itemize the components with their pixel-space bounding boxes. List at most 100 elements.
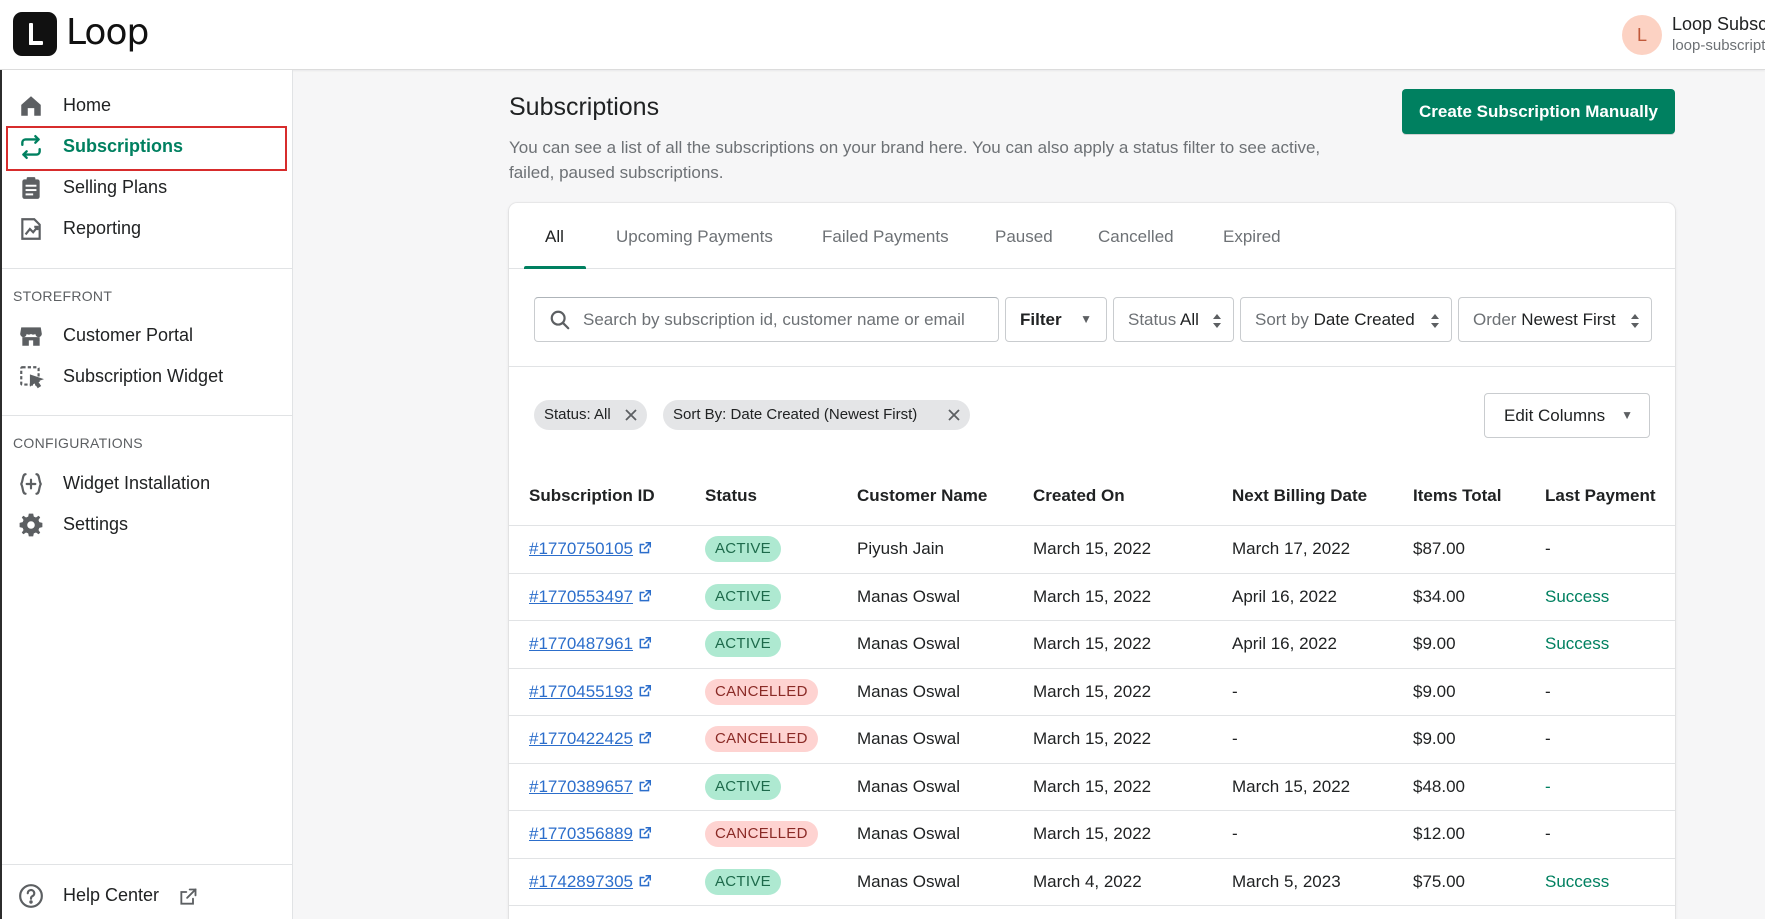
status-prefix: Status [1128, 310, 1177, 329]
external-link-icon [180, 888, 197, 905]
subscription-id-link[interactable]: #1770422425 [529, 729, 652, 749]
status-badge: CANCELLED [705, 821, 818, 847]
tab-all[interactable]: All [545, 227, 564, 247]
external-link-icon [639, 589, 652, 602]
status-badge: CANCELLED [705, 726, 818, 752]
avatar[interactable]: L [1622, 15, 1662, 55]
logo-text[interactable]: Loop [66, 13, 149, 53]
row-divider [509, 620, 1675, 621]
page-title: Subscriptions [509, 93, 660, 121]
close-icon[interactable] [624, 408, 638, 422]
items-total-cell: $87.00 [1413, 539, 1465, 558]
sidebar-item-home[interactable]: Home [0, 85, 293, 125]
search-icon [550, 310, 570, 330]
subscription-id-link[interactable]: #1770455193 [529, 682, 652, 702]
subscription-id-link[interactable]: #1770356889 [529, 824, 652, 844]
sort-filter-chip: Sort By: Date Created (Newest First) [663, 400, 970, 430]
filter-button[interactable]: Filter ▼ [1005, 297, 1107, 342]
widget-icon [20, 366, 44, 389]
sidebar-item-selling-plans[interactable]: Selling Plans [0, 167, 293, 207]
sidebar-item-customer-portal[interactable]: Customer Portal [0, 315, 293, 355]
items-total-cell: $48.00 [1413, 777, 1465, 796]
order-prefix: Order [1473, 310, 1517, 329]
filter-divider [509, 366, 1675, 367]
created-on-cell: March 15, 2022 [1033, 539, 1152, 558]
customer-name-cell: Manas Oswal [857, 824, 960, 843]
next-billing-cell: April 16, 2022 [1232, 634, 1337, 653]
column-header-subscription-id[interactable]: Subscription ID [529, 486, 655, 506]
column-header-last-payment[interactable]: Last Payment [1545, 486, 1656, 506]
last-payment-cell: Success [1545, 587, 1610, 606]
order-select[interactable]: Order Newest First [1458, 297, 1652, 342]
help-circle-icon [19, 884, 43, 908]
section-label-configurations: CONFIGURATIONS [13, 435, 143, 451]
sidebar-item-reporting[interactable]: Reporting [0, 208, 293, 248]
subscription-id-link[interactable]: #1770553497 [529, 587, 652, 607]
sidebar-divider [2, 864, 292, 865]
clipboard-icon [22, 177, 40, 199]
loop-logo-icon[interactable] [13, 12, 57, 56]
caret-down-icon: ▼ [1080, 312, 1092, 326]
status-badge: ACTIVE [705, 631, 781, 657]
customer-name-cell: Manas Oswal [857, 777, 960, 796]
status-badge: ACTIVE [705, 584, 781, 610]
subscription-id-link[interactable]: #1770389657 [529, 777, 652, 797]
last-payment-cell: - [1545, 824, 1551, 843]
created-on-cell: March 15, 2022 [1033, 634, 1152, 653]
customer-name-cell: Piyush Jain [857, 539, 944, 558]
tab-expired[interactable]: Expired [1223, 227, 1281, 247]
search-box[interactable] [534, 297, 999, 342]
next-billing-cell: - [1232, 682, 1238, 701]
tab-cancelled[interactable]: Cancelled [1098, 227, 1174, 247]
caret-down-icon: ▼ [1621, 408, 1633, 422]
column-header-status[interactable]: Status [705, 486, 757, 506]
column-header-next-billing-date[interactable]: Next Billing Date [1232, 486, 1367, 506]
next-billing-cell: April 16, 2022 [1232, 587, 1337, 606]
tab-failed-payments[interactable]: Failed Payments [822, 227, 949, 247]
external-link-icon [639, 874, 652, 887]
status-value: All [1180, 310, 1199, 329]
external-link-icon [639, 541, 652, 554]
edit-columns-button[interactable]: Edit Columns ▼ [1484, 393, 1650, 438]
subscription-id-link[interactable]: #1770750105 [529, 539, 652, 559]
customer-name-cell: Manas Oswal [857, 587, 960, 606]
subscription-id-link[interactable]: #1742897305 [529, 872, 652, 892]
row-divider [509, 763, 1675, 764]
sort-by-select[interactable]: Sort by Date Created [1240, 297, 1452, 342]
row-divider [509, 810, 1675, 811]
next-billing-cell: March 17, 2022 [1232, 539, 1351, 558]
sidebar-item-settings[interactable]: Settings [0, 504, 293, 544]
tab-upcoming-payments[interactable]: Upcoming Payments [616, 227, 773, 247]
sort-prefix: Sort by [1255, 310, 1309, 329]
close-icon[interactable] [947, 408, 961, 422]
account-handle: loop-subscriptions [1672, 37, 1765, 54]
column-header-created-on[interactable]: Created On [1033, 486, 1125, 506]
tab-paused[interactable]: Paused [995, 227, 1053, 247]
sidebar-item-subscription-widget[interactable]: Subscription Widget [0, 356, 293, 396]
column-header-items-total[interactable]: Items Total [1413, 486, 1501, 506]
items-total-cell: $12.00 [1413, 824, 1465, 843]
external-link-icon [639, 636, 652, 649]
status-select[interactable]: Status All [1113, 297, 1234, 342]
external-link-icon [639, 826, 652, 839]
account-name[interactable]: Loop Subscriptions [1672, 14, 1765, 35]
gear-icon [19, 513, 43, 537]
sidebar-item-label: Selling Plans [63, 177, 168, 197]
last-payment-cell: Success [1545, 872, 1610, 891]
subscription-id-link[interactable]: #1770487961 [529, 634, 652, 654]
column-header-customer-name[interactable]: Customer Name [857, 486, 987, 506]
create-subscription-button[interactable]: Create Subscription Manually [1402, 89, 1675, 134]
search-input[interactable] [583, 308, 983, 332]
sidebar-item-label: Help Center [63, 885, 160, 905]
code-braces-icon [20, 473, 42, 495]
order-value: Newest First [1521, 310, 1616, 329]
sidebar-item-label: Home [63, 95, 112, 115]
items-total-cell: $9.00 [1413, 634, 1456, 653]
status-filter-chip: Status: All [534, 400, 647, 430]
external-link-icon [639, 684, 652, 697]
items-total-cell: $9.00 [1413, 682, 1456, 701]
items-total-cell: $9.00 [1413, 729, 1456, 748]
sidebar-item-widget-installation[interactable]: Widget Installation [0, 463, 293, 503]
sidebar-item-help-center[interactable]: Help Center [0, 875, 293, 915]
sidebar-item-label: Settings [63, 514, 129, 534]
